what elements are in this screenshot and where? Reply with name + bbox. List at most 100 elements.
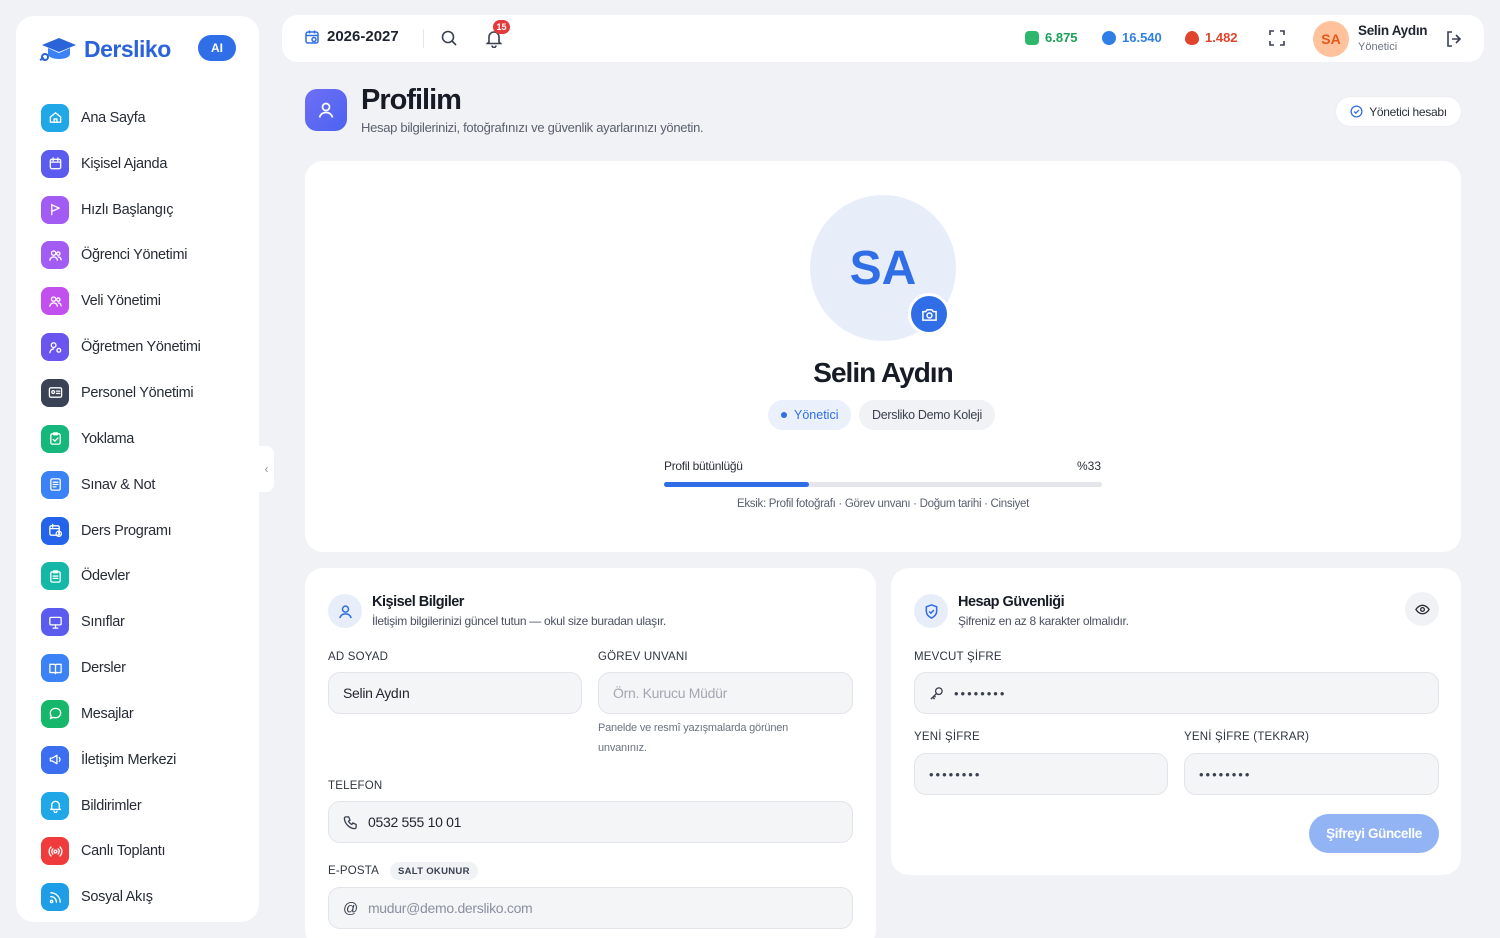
phone-icon xyxy=(343,815,357,829)
topbar: 2026-2027 15 6.875 16.540 1.482 SA Selin… xyxy=(282,15,1484,62)
id-card-icon xyxy=(41,378,69,407)
sidebar-item-label: İletişim Merkezi xyxy=(81,751,177,768)
sidebar-item-siniflar[interactable]: Sınıflar xyxy=(41,599,246,645)
admin-account-label: Yönetici hesabı xyxy=(1369,104,1447,119)
user-name: Selin Aydın xyxy=(1358,23,1428,38)
sidebar-item-yoklama[interactable]: Yoklama xyxy=(41,416,246,462)
page-subtitle: Hesap bilgilerinizi, fotoğrafınızı ve gü… xyxy=(361,120,704,135)
sidebar-item-label: Yoklama xyxy=(81,430,134,447)
sidebar-item-label: Sınav & Not xyxy=(81,476,156,493)
completeness-progress-fill xyxy=(664,482,809,487)
key-icon xyxy=(930,686,943,700)
graduation-cap-logo-icon xyxy=(39,38,76,61)
logout-icon[interactable] xyxy=(1444,29,1464,49)
brand-name: Dersliko xyxy=(84,35,171,62)
completeness-label: Profil bütünlüğü xyxy=(664,459,743,473)
job-title-field[interactable]: Örn. Kurucu Müdür xyxy=(598,672,853,714)
sidebar-item-hizli-baslangic[interactable]: Hızlı Başlangıç xyxy=(41,187,246,233)
sidebar-item-label: Canlı Toplantı xyxy=(81,843,166,860)
brand[interactable]: Dersliko xyxy=(38,34,171,64)
completeness-value: %33 xyxy=(1077,459,1102,473)
user-gear-icon xyxy=(41,333,69,362)
sidebar-item-canli-toplanti[interactable]: Canlı Toplantı xyxy=(41,829,246,875)
name-field[interactable]: Selin Aydın xyxy=(328,672,582,714)
sidebar-item-ders-programi[interactable]: Ders Programı xyxy=(41,508,246,554)
users-icon xyxy=(41,241,69,270)
stat-coins[interactable]: 6.875 xyxy=(1025,30,1078,45)
search-icon[interactable] xyxy=(440,29,458,47)
account-security-card: Hesap Güvenliği Şifreniz en az 8 karakte… xyxy=(891,568,1461,875)
sidebar-item-bildirimler[interactable]: Bildirimler xyxy=(41,783,246,829)
job-title-label: GÖREV UNVANI xyxy=(598,651,688,663)
sidebar-item-ogretmen-yonetimi[interactable]: Öğretmen Yönetimi xyxy=(41,324,246,370)
calendar-clock-icon xyxy=(41,516,69,545)
presentation-icon xyxy=(41,608,69,637)
sidebar-item-sosyal-akis[interactable]: Sosyal Akış xyxy=(41,874,246,920)
toggle-password-visibility-button[interactable] xyxy=(1405,592,1439,626)
sidebar-collapse-button[interactable]: ‹ xyxy=(259,446,274,492)
section-title: Kişisel Bilgiler xyxy=(372,594,464,610)
phone-field-value: 0532 555 10 01 xyxy=(368,814,462,830)
sidebar-item-ogrenci-yonetimi[interactable]: Öğrenci Yönetimi xyxy=(41,233,246,279)
sidebar-item-veli-yonetimi[interactable]: Veli Yönetimi xyxy=(41,278,246,324)
section-subtitle: Şifreniz en az 8 karakter olmalıdır. xyxy=(958,614,1129,628)
current-password-field[interactable]: •••••••• xyxy=(914,672,1439,714)
at-sign-icon: @ xyxy=(343,899,358,917)
sidebar-nav: Ana Sayfa Kişisel Ajanda Hızlı Başlangıç Öğ… xyxy=(41,95,246,920)
flame-icon xyxy=(1185,30,1199,45)
clipboard-list-icon xyxy=(41,562,69,591)
admin-account-badge: Yönetici hesabı xyxy=(1336,97,1461,126)
stat-gems[interactable]: 16.540 xyxy=(1102,30,1162,45)
section-subtitle: İletişim bilgilerinizi güncel tutun — ok… xyxy=(372,614,666,628)
sidebar-item-iletisim-merkezi[interactable]: İletişim Merkezi xyxy=(41,737,246,783)
current-password-value: •••••••• xyxy=(954,685,1007,701)
sidebar-item-label: Kişisel Ajanda xyxy=(81,155,168,172)
eye-icon xyxy=(1414,604,1430,614)
sidebar-item-sinav-not[interactable]: Sınav & Not xyxy=(41,462,246,508)
sidebar-item-label: Ders Programı xyxy=(81,522,172,539)
phone-field[interactable]: 0532 555 10 01 xyxy=(328,801,853,843)
section-title: Hesap Güvenliği xyxy=(958,594,1065,610)
user-icon xyxy=(318,102,334,118)
fullscreen-icon[interactable] xyxy=(1268,29,1286,47)
calendar-icon xyxy=(41,149,69,178)
chat-icon xyxy=(41,699,69,728)
dot-icon xyxy=(781,412,787,418)
gem-blue-icon xyxy=(1102,30,1116,45)
current-password-label: MEVCUT ŞİFRE xyxy=(914,651,1002,663)
new-password-value: •••••••• xyxy=(929,766,982,782)
avatar[interactable]: SA xyxy=(1313,21,1349,57)
academic-year-selector[interactable]: 2026-2027 xyxy=(304,28,399,45)
repeat-password-field[interactable]: •••••••• xyxy=(1184,753,1439,795)
sidebar-item-personel-yonetimi[interactable]: Personel Yönetimi xyxy=(41,370,246,416)
update-password-button[interactable]: Şifreyi Güncelle xyxy=(1309,814,1439,853)
sidebar-item-dersler[interactable]: Dersler xyxy=(41,645,246,691)
sidebar-item-ana-sayfa[interactable]: Ana Sayfa xyxy=(41,95,246,141)
ai-badge[interactable]: AI xyxy=(198,35,236,61)
rss-icon xyxy=(41,883,69,912)
sidebar-item-label: Bildirimler xyxy=(81,797,142,814)
academic-year: 2026-2027 xyxy=(327,28,399,45)
divider xyxy=(423,29,424,48)
home-icon xyxy=(41,103,69,132)
sidebar-item-mesajlar[interactable]: Mesajlar xyxy=(41,691,246,737)
check-circle-icon xyxy=(1350,105,1363,118)
role-chip-label: Yönetici xyxy=(794,408,839,422)
stat-coins-value: 6.875 xyxy=(1045,30,1078,45)
sidebar-item-label: Sınıflar xyxy=(81,614,125,631)
sidebar-item-label: Sosyal Akış xyxy=(81,889,153,906)
sidebar-item-label: Ana Sayfa xyxy=(81,109,146,126)
camera-icon xyxy=(921,308,937,321)
completeness-progress-bar xyxy=(664,482,1102,487)
change-photo-button[interactable] xyxy=(908,293,950,335)
broadcast-icon xyxy=(41,837,69,866)
sidebar-item-odevler[interactable]: Ödevler xyxy=(41,553,246,599)
stat-streak[interactable]: 1.482 xyxy=(1185,30,1238,45)
email-label: E-POSTA xyxy=(328,865,380,877)
sidebar-item-label: Öğretmen Yönetimi xyxy=(81,339,201,356)
sidebar-item-label: Hızlı Başlangıç xyxy=(81,201,174,218)
new-password-field[interactable]: •••••••• xyxy=(914,753,1168,795)
repeat-password-value: •••••••• xyxy=(1199,766,1252,782)
readonly-badge: SALT OKUNUR xyxy=(390,862,478,880)
sidebar-item-kisisel-ajanda[interactable]: Kişisel Ajanda xyxy=(41,141,246,187)
